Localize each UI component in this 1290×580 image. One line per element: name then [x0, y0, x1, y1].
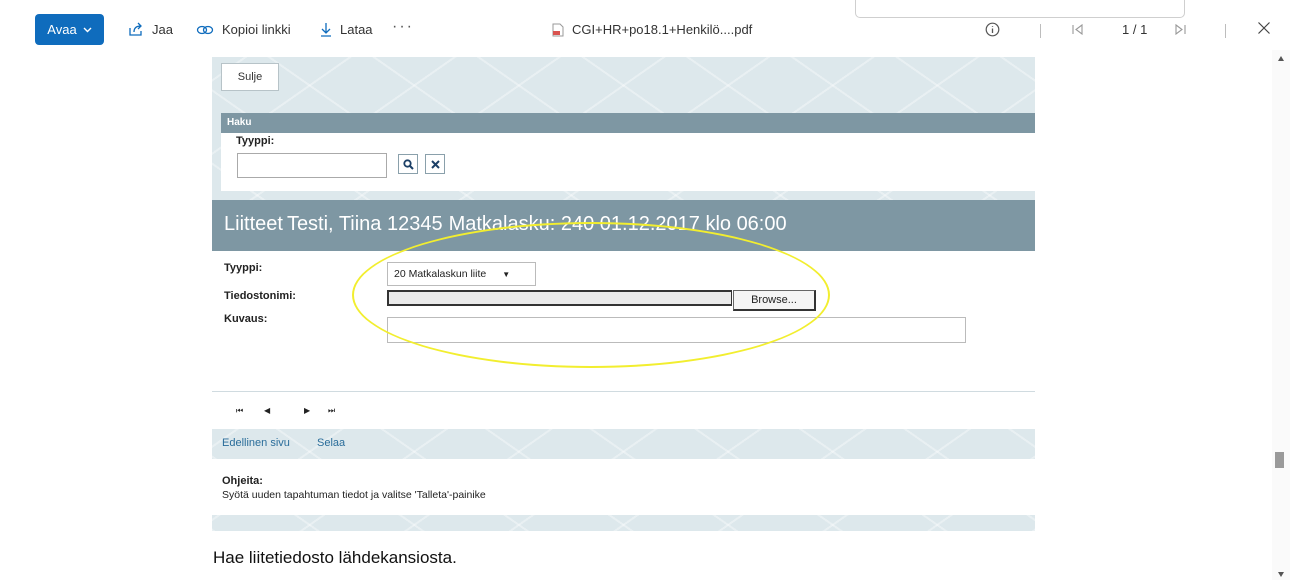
type-select-value: 20 Matkalaskun liite [394, 268, 487, 280]
search-header: Haku [221, 113, 1035, 133]
find-box[interactable] [855, 0, 1185, 18]
info-icon [985, 22, 1000, 37]
copy-link-button[interactable]: Kopioi linkki [196, 22, 291, 37]
download-label: Lataa [340, 22, 373, 37]
clear-search-button[interactable] [425, 154, 445, 174]
description-label: Kuvaus: [224, 313, 268, 325]
close-icon [1258, 22, 1270, 34]
file-name-text: CGI+HR+po18.1+Henkilö....pdf [572, 22, 753, 37]
download-button[interactable]: Lataa [320, 22, 373, 37]
close-viewer-button[interactable] [1257, 21, 1271, 35]
toolbar-divider [1225, 24, 1226, 38]
page-counter: 1 / 1 [1122, 22, 1148, 37]
pdf-file-icon [552, 23, 564, 36]
first-page-icon [1072, 24, 1083, 35]
search-panel: Haku Tyyppi: [221, 113, 1035, 191]
chevron-down-icon [83, 27, 92, 33]
attachment-type-select[interactable]: 20 Matkalaskun liite ▼ [387, 262, 536, 286]
search-type-input[interactable] [237, 153, 387, 178]
open-label: Avaa [47, 22, 77, 37]
record-navigation: ⏮ ◀ ▶ ⏭ [212, 391, 1035, 429]
link-icon [196, 25, 214, 34]
first-page-button[interactable] [1072, 24, 1083, 35]
copy-link-label: Kopioi linkki [222, 22, 291, 37]
first-record-icon[interactable]: ⏮ [236, 406, 243, 416]
file-name-label: Tiedostonimi: [224, 290, 296, 302]
attachments-panel: Liitteet Testi, Tiina 12345 Matkalasku: 24… [212, 200, 1035, 429]
dropdown-caret-icon: ▼ [502, 269, 511, 279]
download-icon [321, 23, 331, 37]
browse-button[interactable]: Browse... [733, 290, 816, 311]
help-text: Syötä uuden tapahtuman tiedot ja valitse… [222, 489, 486, 501]
scroll-up-arrow-icon[interactable] [1278, 56, 1284, 61]
open-button[interactable]: Avaa [35, 14, 104, 45]
previous-record-icon[interactable]: ◀ [264, 406, 270, 415]
search-type-label: Tyyppi: [236, 135, 275, 147]
attachments-header: Liitteet Testi, Tiina 12345 Matkalasku: 24… [212, 200, 1035, 251]
more-options-icon: ··· [392, 18, 414, 35]
share-label: Jaa [152, 22, 173, 37]
last-page-button[interactable] [1175, 24, 1186, 35]
scroll-down-arrow-icon[interactable] [1278, 572, 1284, 577]
browse-link[interactable]: Selaa [317, 437, 345, 449]
close-button[interactable]: Sulje [221, 63, 279, 91]
help-title: Ohjeita: [222, 475, 263, 487]
description-input[interactable] [387, 317, 966, 343]
next-record-icon[interactable]: ▶ [304, 406, 310, 415]
toolbar-divider [1040, 24, 1041, 38]
search-button[interactable] [398, 154, 418, 174]
pdf-viewer-toolbar: Avaa Jaa Kopioi linkki Lataa ··· CGI+HR+… [0, 0, 1290, 50]
more-options-button[interactable]: ··· [392, 18, 414, 36]
clear-icon [430, 159, 440, 169]
person-name: Testi, Tiina 12345 [286, 213, 443, 235]
vertical-scrollbar[interactable] [1272, 50, 1290, 580]
type-label: Tyyppi: [224, 262, 263, 274]
document-info-button[interactable] [985, 22, 1000, 37]
share-icon [129, 22, 142, 36]
file-name: CGI+HR+po18.1+Henkilö....pdf [552, 22, 752, 37]
invoice-info: Matkalasku: 240 01.12.2017 klo 06:00 [448, 213, 787, 235]
last-record-icon[interactable]: ⏭ [328, 406, 335, 416]
search-icon [402, 158, 414, 170]
attachments-title: Liitteet [224, 213, 283, 235]
share-button[interactable]: Jaa [128, 22, 173, 37]
previous-page-link[interactable]: Edellinen sivu [222, 437, 290, 449]
last-page-icon [1175, 24, 1186, 35]
embedded-screenshot: Sulje Haku Tyyppi: Liitteet Testi, Tiina … [212, 57, 1035, 531]
scrollbar-thumb[interactable] [1275, 452, 1284, 468]
document-caption: Hae liitetiedosto lähdekansiosta. [213, 548, 457, 567]
file-path-input[interactable] [387, 290, 732, 306]
help-panel: Ohjeita: Syötä uuden tapahtuman tiedot j… [212, 459, 1035, 515]
